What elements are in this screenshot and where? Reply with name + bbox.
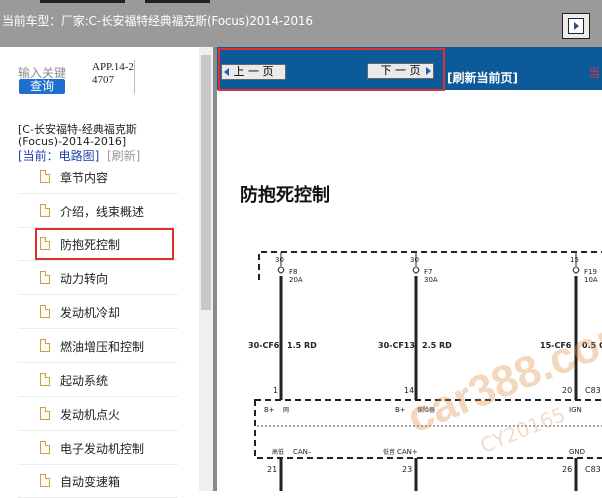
document-icon: [40, 474, 50, 487]
fuse-f8: 30 F8 20A: [275, 252, 303, 400]
svg-text:高低: 高低: [272, 448, 284, 456]
svg-text:10A: 10A: [584, 276, 598, 284]
pin-number: 23: [402, 465, 412, 474]
sidebar-item[interactable]: 自动变速箱: [18, 465, 178, 498]
svg-text:30: 30: [275, 256, 284, 264]
pin-number: 21: [267, 465, 277, 474]
top-bar-block: [40, 0, 125, 3]
svg-text:CAN+: CAN+: [397, 448, 418, 456]
sidebar-item-label: 自动变速箱: [60, 475, 121, 489]
svg-text:IGN: IGN: [569, 406, 582, 414]
wire-spec-label: 1.5 RD: [287, 341, 317, 350]
connector-id: C83: [585, 386, 601, 395]
sidebar-item-label: 燃油增压和控制: [60, 340, 145, 354]
pin-number: 1: [273, 386, 278, 395]
car-title: [C-长安福特-经典福克斯(Focus)-2014-2016]: [18, 123, 137, 148]
selected-item-highlight: [35, 228, 174, 260]
scrollbar-thumb[interactable]: [201, 55, 211, 310]
nav-highlight-box: [218, 48, 445, 91]
refresh-page-link[interactable]: [刷新当前页]: [447, 69, 518, 86]
connector-id: C83: [585, 465, 601, 474]
document-icon: [40, 305, 50, 318]
sidebar-item[interactable]: 发动机点火: [18, 398, 178, 431]
document-icon: [40, 407, 50, 420]
pin-number: 26: [562, 465, 572, 474]
sidebar-item-label: 动力转向: [60, 272, 109, 286]
svg-text:F19: F19: [584, 268, 597, 276]
svg-text:低音: 低音: [383, 448, 395, 456]
pin-number: 20: [562, 386, 572, 395]
sidebar-item-label: 发动机冷却: [60, 306, 121, 320]
panel-toggle-icon: [568, 18, 584, 34]
sidebar-item[interactable]: 动力转向: [18, 262, 178, 295]
wire-spec-label: 2.5 RD: [422, 341, 452, 350]
app-code: APP.14-24707: [92, 61, 134, 86]
sidebar-item-label: 起动系统: [60, 374, 109, 388]
sidebar-item[interactable]: 发动机冷却: [18, 296, 178, 329]
document-icon: [40, 441, 50, 454]
sidebar-item[interactable]: 介绍，线束概述: [18, 195, 178, 228]
document-icon: [40, 170, 50, 183]
current-vehicle-label: 当前车型：厂家:C-长安福特经典福克斯(Focus)2014-2016: [2, 14, 313, 28]
query-button[interactable]: 查询: [19, 79, 65, 94]
edge-text: 当: [588, 66, 601, 80]
svg-text:20A: 20A: [289, 276, 303, 284]
section-title: 防抱死控制: [240, 185, 330, 206]
svg-text:GND: GND: [569, 448, 585, 456]
sidebar-item[interactable]: 章节内容: [18, 161, 178, 194]
svg-text:F8: F8: [289, 268, 297, 276]
sidebar-item-label: 介绍，线束概述: [60, 205, 145, 219]
svg-text:B+: B+: [264, 406, 275, 414]
svg-text:30A: 30A: [424, 276, 438, 284]
fuse-f7: 30 F7 30A: [410, 252, 438, 400]
panel-toggle-button[interactable]: [562, 13, 590, 39]
document-icon: [40, 204, 50, 217]
sidebar-item[interactable]: 起动系统: [18, 364, 178, 397]
sidebar-item[interactable]: 电子发动机控制: [18, 432, 178, 465]
document-icon: [40, 373, 50, 386]
svg-text:CAN–: CAN–: [293, 448, 312, 456]
wire-circuit-label: 30-CF6: [248, 341, 280, 350]
svg-text:F7: F7: [424, 268, 432, 276]
svg-text:30: 30: [410, 256, 419, 264]
svg-text:网: 网: [283, 407, 289, 414]
top-bar-block: [145, 0, 210, 3]
divider: [134, 60, 135, 94]
document-icon: [40, 271, 50, 284]
sidebar-item-label: 电子发动机控制: [60, 442, 145, 456]
sidebar-item[interactable]: 燃油增压和控制: [18, 330, 178, 363]
document-icon: [40, 339, 50, 352]
sidebar-item-label: 章节内容: [60, 171, 109, 185]
wire-circuit-label: 30-CF13: [378, 341, 415, 350]
svg-text:15: 15: [570, 256, 579, 264]
sidebar-item-label: 发动机点火: [60, 408, 121, 422]
